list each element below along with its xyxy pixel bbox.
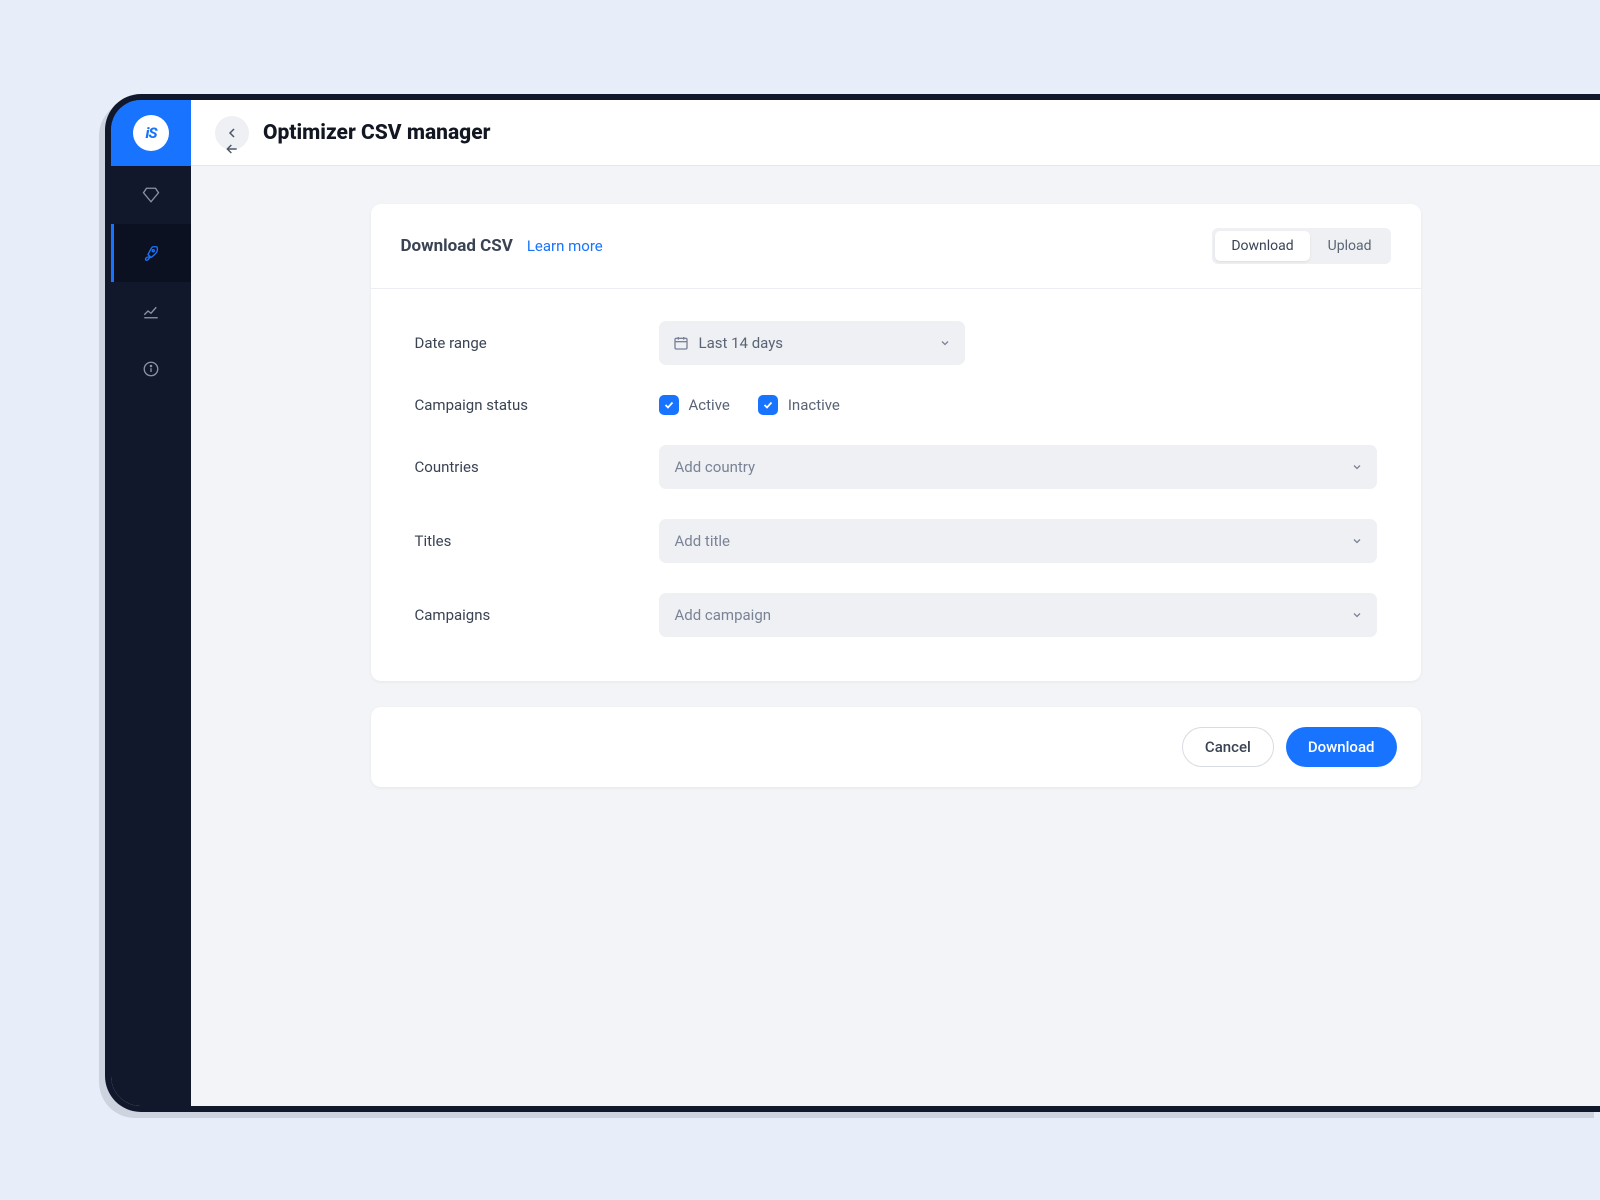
check-icon [659, 395, 679, 415]
chevron-down-icon [1351, 461, 1363, 473]
cancel-button[interactable]: Cancel [1182, 727, 1274, 767]
countries-select[interactable]: Add country [659, 445, 1377, 489]
nav-item-monetize[interactable] [111, 166, 191, 224]
nav-item-analytics[interactable] [111, 282, 191, 340]
label-campaign-status: Campaign status [415, 396, 659, 414]
app-frame: iS [105, 94, 1600, 1112]
checkbox-inactive[interactable]: Inactive [758, 395, 840, 415]
checkbox-inactive-label: Inactive [788, 396, 840, 414]
label-campaigns: Campaigns [415, 606, 659, 624]
check-icon [758, 395, 778, 415]
sidebar: iS [111, 100, 191, 1106]
topbar: Optimizer CSV manager [191, 100, 1600, 166]
label-date-range: Date range [415, 334, 659, 352]
date-range-value: Last 14 days [699, 334, 784, 352]
actions-card: Cancel Download [371, 707, 1421, 787]
filters-form: Date range Last 14 days Campaig [371, 289, 1421, 681]
label-countries: Countries [415, 458, 659, 476]
campaigns-select[interactable]: Add campaign [659, 593, 1377, 637]
titles-placeholder: Add title [675, 532, 731, 550]
filters-card: Download CSV Learn more Download Upload … [371, 204, 1421, 681]
tab-upload[interactable]: Upload [1312, 231, 1388, 261]
card-title: Download CSV [401, 236, 513, 256]
info-icon [142, 360, 160, 378]
main: Optimizer CSV manager Download CSV Learn… [191, 100, 1600, 1106]
logo-badge: iS [133, 115, 169, 151]
chart-icon [142, 302, 160, 320]
download-button[interactable]: Download [1286, 727, 1397, 767]
checkbox-active[interactable]: Active [659, 395, 730, 415]
titles-select[interactable]: Add title [659, 519, 1377, 563]
page-title: Optimizer CSV manager [263, 121, 490, 145]
rocket-icon [142, 244, 160, 262]
checkbox-active-label: Active [689, 396, 730, 414]
tab-download[interactable]: Download [1215, 231, 1309, 261]
nav-item-promote[interactable] [111, 224, 191, 282]
nav-item-info[interactable] [111, 340, 191, 398]
back-button[interactable] [215, 116, 249, 150]
chevron-down-icon [1351, 535, 1363, 547]
content: Download CSV Learn more Download Upload … [191, 166, 1600, 787]
diamond-icon [142, 186, 160, 204]
label-titles: Titles [415, 532, 659, 550]
countries-placeholder: Add country [675, 458, 756, 476]
learn-more-link[interactable]: Learn more [527, 237, 603, 255]
date-range-select[interactable]: Last 14 days [659, 321, 965, 365]
campaigns-placeholder: Add campaign [675, 606, 772, 624]
calendar-icon [673, 335, 689, 351]
arrow-left-icon [224, 125, 240, 141]
logo: iS [111, 100, 191, 166]
card-header: Download CSV Learn more Download Upload [371, 204, 1421, 289]
chevron-down-icon [1351, 609, 1363, 621]
chevron-down-icon [939, 337, 951, 349]
mode-toggle: Download Upload [1212, 228, 1390, 264]
